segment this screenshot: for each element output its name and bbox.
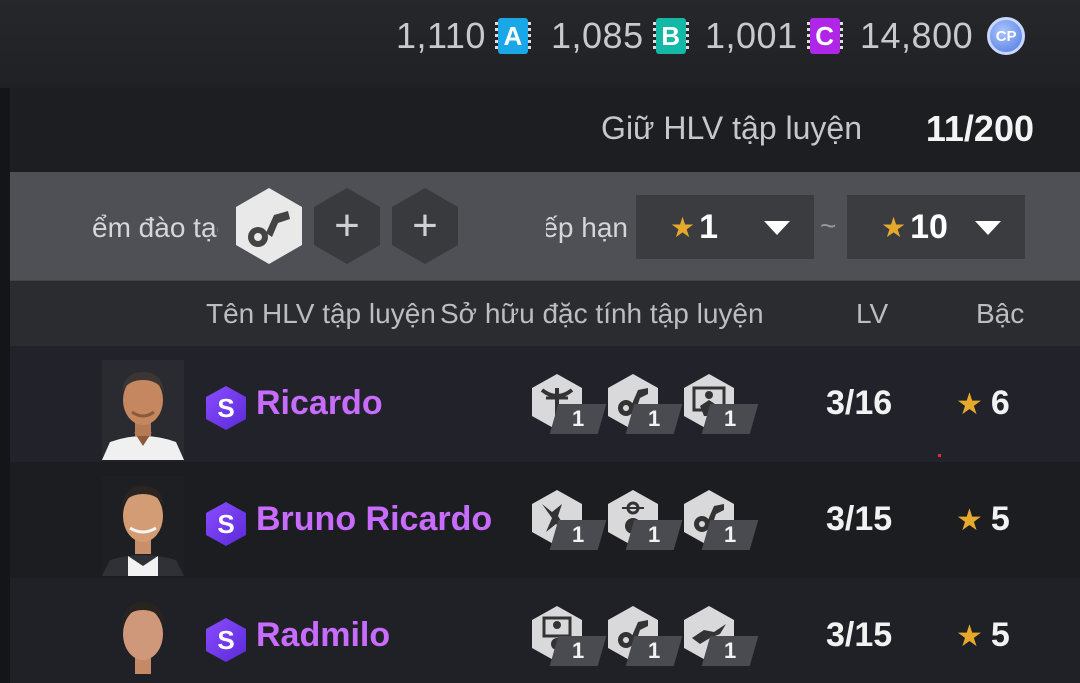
header-grade[interactable]: Bậc [976, 298, 1024, 330]
trait-count: 1 [571, 406, 585, 431]
avatar [102, 476, 184, 576]
left-edge [0, 88, 10, 683]
chevron-down-icon [764, 221, 790, 235]
star-icon: ★ [956, 620, 983, 653]
coach-name: Radmilo [256, 616, 391, 654]
rank-from-value: 1 [699, 207, 719, 246]
trait-count: 1 [647, 638, 661, 663]
currency-c-icon: C [806, 18, 843, 54]
header-traits[interactable]: Sở hữu đặc tính tập luyện [440, 298, 764, 330]
rarity-badge: S [206, 618, 246, 662]
keep-coaches-label: Giữ HLV tập luyện [601, 110, 862, 146]
rarity-badge: S [206, 386, 246, 430]
currency-cp-value: 14,800 [860, 15, 974, 56]
currency-b: 1,085 B [551, 14, 689, 58]
header-level[interactable]: LV [856, 298, 888, 330]
coach-name: Bruno Ricardo [256, 500, 493, 538]
trait-slot[interactable]: 1 [532, 374, 607, 436]
keep-coaches-count: 11/200 [925, 108, 1034, 149]
trait-slot[interactable]: 1 [608, 374, 683, 436]
trait-slot[interactable]: 1 [532, 606, 607, 668]
rank-to-value: 10 [910, 207, 948, 246]
currency-b-icon: B [652, 18, 689, 54]
trait-count: 1 [647, 522, 661, 547]
trait-slot[interactable]: 1 [608, 490, 683, 552]
coach-grade: ★ 6 [956, 384, 1010, 422]
table-row[interactable]: S Radmilo 1 1 1 3/15 ★ 5 [10, 578, 1080, 683]
rank-separator: ~ [820, 210, 837, 241]
trait-count: 1 [723, 522, 737, 547]
currency-a: 1,110 A [396, 14, 531, 58]
avatar [102, 592, 184, 683]
currency-a-value: 1,110 [396, 15, 486, 56]
add-slot-icon: + [412, 201, 438, 250]
trait-count: 1 [647, 406, 661, 431]
trait-count: 1 [723, 638, 737, 663]
coach-grade: ★ 5 [956, 616, 1010, 654]
table-row[interactable]: S Bruno Ricardo 1 1 1 3/15 ★ 5 [10, 462, 1080, 578]
trait-slot[interactable]: 1 [684, 606, 759, 668]
currency-a-icon: A [494, 18, 531, 54]
star-icon: ★ [881, 211, 907, 243]
training-slot-label: ểm đào tạo [92, 212, 218, 243]
coach-level: 3/15 [826, 616, 893, 654]
add-slot-icon: + [334, 201, 360, 250]
star-icon: ★ [956, 388, 983, 421]
trait-count: 1 [723, 406, 737, 431]
ball-boot-icon [248, 211, 290, 247]
rank-from-dropdown[interactable]: ★ 1 [636, 195, 814, 259]
currency-cp: 14,800 CP [860, 14, 1026, 58]
star-icon: ★ [670, 211, 696, 243]
table-row[interactable]: S Ricardo 1 1 1 3/16 ★ 6 [10, 346, 1080, 462]
rank-to-dropdown[interactable]: ★ 10 [847, 195, 1025, 259]
coach-name: Ricardo [256, 384, 383, 422]
trait-slot[interactable]: 1 [532, 490, 607, 552]
trait-slot[interactable]: 1 [608, 606, 683, 668]
avatar [102, 360, 184, 460]
rank-label: Xếp hạn [546, 212, 628, 243]
cp-coin-icon: CP [987, 17, 1026, 55]
coach-grade: ★ 5 [956, 500, 1010, 538]
trait-count: 1 [571, 638, 585, 663]
rarity-badge: S [206, 502, 246, 546]
trait-count: 1 [571, 522, 585, 547]
star-icon: ★ [956, 504, 983, 537]
currency-c-value: 1,001 [705, 15, 798, 56]
coach-level: 3/15 [826, 500, 893, 538]
header-coach-name[interactable]: Tên HLV tập luyện [206, 298, 436, 330]
currency-c: 1,001 C [705, 14, 843, 58]
trait-slot[interactable]: 1 [684, 490, 759, 552]
coach-level: 3/16 [826, 384, 893, 422]
currency-b-value: 1,085 [551, 15, 644, 56]
trait-slot[interactable]: 1 [684, 374, 759, 436]
chevron-down-icon [975, 221, 1001, 235]
notification-dot [938, 454, 941, 457]
